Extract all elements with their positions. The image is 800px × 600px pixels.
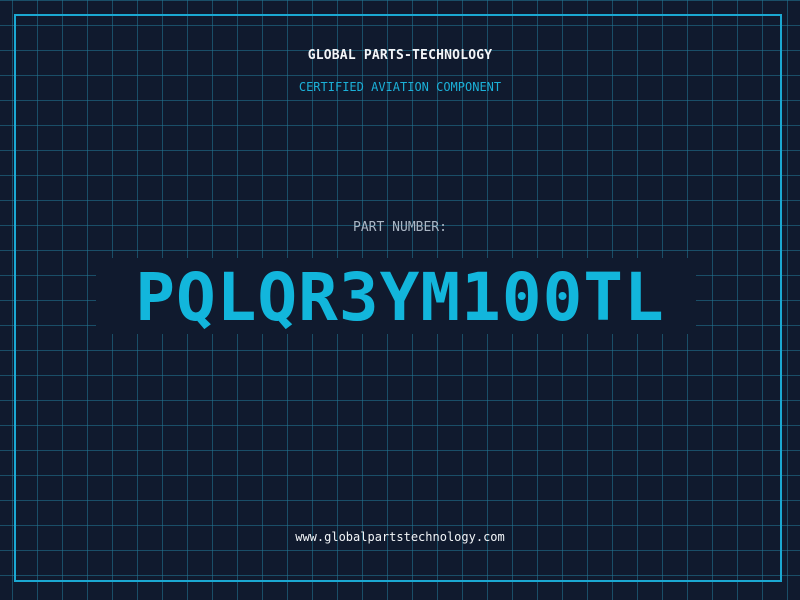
- part-number-label: PART NUMBER:: [353, 220, 447, 235]
- part-number-value: PQLQR3YM100TL: [135, 259, 665, 336]
- label-card: GLOBAL PARTS-TECHNOLOGY CERTIFIED AVIATI…: [0, 0, 800, 600]
- brand-title: GLOBAL PARTS-TECHNOLOGY: [307, 48, 493, 63]
- website-url: www.globalpartstechnology.com: [295, 530, 505, 544]
- certification-tagline: CERTIFIED AVIATION COMPONENT: [298, 80, 502, 94]
